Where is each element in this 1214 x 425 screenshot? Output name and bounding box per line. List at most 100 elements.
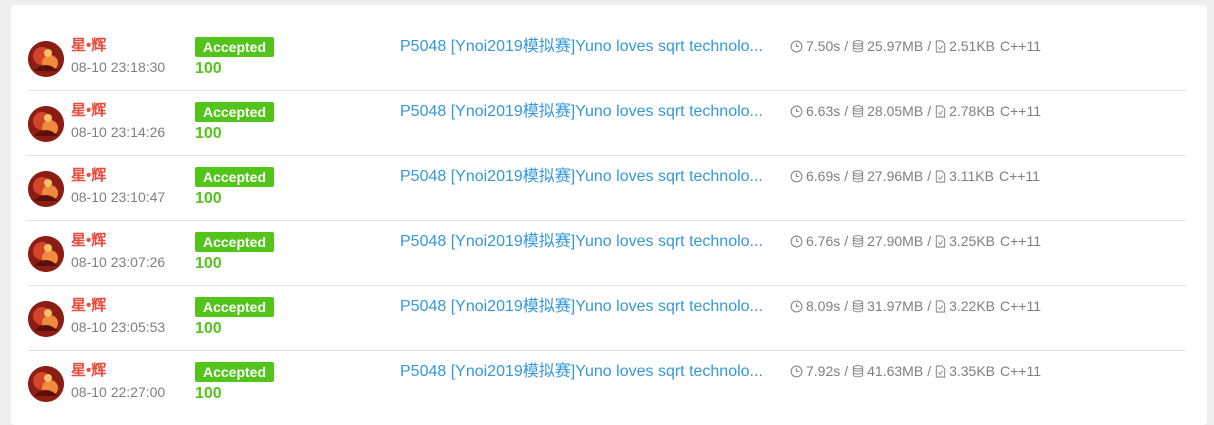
submit-time: 08-10 23:14:26 <box>71 124 166 140</box>
user-avatar[interactable] <box>28 171 64 207</box>
user-name-link[interactable]: 星•辉 <box>71 362 165 380</box>
separator: / <box>844 298 849 314</box>
user-name-link[interactable]: 星•辉 <box>71 37 165 55</box>
memory: 41.63MB <box>867 363 924 379</box>
score: 100 <box>195 320 222 337</box>
runtime: 6.63s <box>806 103 841 119</box>
separator: / <box>927 38 932 54</box>
separator: / <box>844 363 849 379</box>
status-badge[interactable]: Accepted <box>195 37 275 57</box>
language: C++11 <box>1000 233 1042 249</box>
problem-link[interactable]: P5048 [Ynoi2019模拟赛]Yuno loves sqrt techn… <box>400 167 763 187</box>
problem-link[interactable]: P5048 [Ynoi2019模拟赛]Yuno loves sqrt techn… <box>400 362 763 382</box>
record-row: 星•辉 08-10 23:05:53 Accepted 100 P5048 [Y… <box>28 285 1186 351</box>
score: 100 <box>195 190 222 207</box>
clock-icon <box>790 170 803 183</box>
runtime: 7.50s <box>806 38 841 54</box>
record-list-card: 星•辉 08-10 23:18:30 Accepted 100 P5048 [Y… <box>11 5 1207 425</box>
code-size: 3.22KB <box>949 298 996 314</box>
database-icon <box>852 234 864 248</box>
separator: / <box>927 298 932 314</box>
submission-meta: 6.63s / 28.05MB / 2.78KB C++11 <box>790 102 1041 120</box>
user-avatar[interactable] <box>28 236 64 272</box>
submission-meta: 6.69s / 27.96MB / 3.11KB C++11 <box>790 167 1040 185</box>
record-row: 星•辉 08-10 23:18:30 Accepted 100 P5048 [Y… <box>28 25 1186 91</box>
code-size: 2.51KB <box>949 38 996 54</box>
user-avatar[interactable] <box>28 301 64 337</box>
submission-meta: 6.76s / 27.90MB / 3.25KB C++11 <box>790 232 1041 250</box>
clock-icon <box>790 365 803 378</box>
file-icon <box>935 169 946 183</box>
file-icon <box>935 104 946 118</box>
separator: / <box>927 103 932 119</box>
status-badge[interactable]: Accepted <box>195 362 275 382</box>
clock-icon <box>790 235 803 248</box>
database-icon <box>852 299 864 313</box>
runtime: 7.92s <box>806 363 841 379</box>
separator: / <box>844 168 849 184</box>
status-badge[interactable]: Accepted <box>195 232 275 252</box>
separator: / <box>927 168 932 184</box>
memory: 31.97MB <box>867 298 924 314</box>
problem-link[interactable]: P5048 [Ynoi2019模拟赛]Yuno loves sqrt techn… <box>400 102 763 122</box>
language: C++11 <box>998 168 1040 184</box>
database-icon <box>852 104 864 118</box>
user-avatar[interactable] <box>28 366 64 402</box>
problem-link[interactable]: P5048 [Ynoi2019模拟赛]Yuno loves sqrt techn… <box>400 37 763 57</box>
file-icon <box>935 364 946 378</box>
runtime: 6.76s <box>806 233 841 249</box>
file-icon <box>935 299 946 313</box>
database-icon <box>852 39 864 53</box>
language: C++11 <box>1000 298 1042 314</box>
clock-icon <box>790 300 803 313</box>
submit-time: 08-10 23:07:26 <box>71 254 166 270</box>
memory: 27.96MB <box>867 168 924 184</box>
status-badge[interactable]: Accepted <box>195 102 275 122</box>
score: 100 <box>195 60 222 77</box>
record-row: 星•辉 08-10 23:10:47 Accepted 100 P5048 [Y… <box>28 155 1186 221</box>
code-size: 2.78KB <box>949 103 996 119</box>
user-name-link[interactable]: 星•辉 <box>71 232 165 250</box>
user-avatar[interactable] <box>28 106 64 142</box>
user-name-link[interactable]: 星•辉 <box>71 297 165 315</box>
submit-time: 08-10 22:27:00 <box>71 384 166 400</box>
record-row: 星•辉 08-10 23:14:26 Accepted 100 P5048 [Y… <box>28 90 1186 156</box>
code-size: 3.25KB <box>949 233 996 249</box>
problem-link[interactable]: P5048 [Ynoi2019模拟赛]Yuno loves sqrt techn… <box>400 297 763 317</box>
runtime: 6.69s <box>806 168 841 184</box>
database-icon <box>852 169 864 183</box>
clock-icon <box>790 105 803 118</box>
problem-link[interactable]: P5048 [Ynoi2019模拟赛]Yuno loves sqrt techn… <box>400 232 763 252</box>
submit-time: 08-10 23:05:53 <box>71 319 166 335</box>
memory: 28.05MB <box>867 103 924 119</box>
separator: / <box>844 233 849 249</box>
memory: 27.90MB <box>867 233 924 249</box>
memory: 25.97MB <box>867 38 924 54</box>
record-row: 星•辉 08-10 23:07:26 Accepted 100 P5048 [Y… <box>28 220 1186 286</box>
runtime: 8.09s <box>806 298 841 314</box>
score: 100 <box>195 125 222 142</box>
code-size: 3.11KB <box>949 168 994 184</box>
submission-meta: 8.09s / 31.97MB / 3.22KB C++11 <box>790 297 1041 315</box>
submission-meta: 7.92s / 41.63MB / 3.35KB C++11 <box>790 362 1041 380</box>
status-badge[interactable]: Accepted <box>195 297 275 317</box>
user-name-link[interactable]: 星•辉 <box>71 167 165 185</box>
score: 100 <box>195 255 222 272</box>
submit-time: 08-10 23:10:47 <box>71 189 166 205</box>
record-row: 星•辉 08-10 22:27:00 Accepted 100 P5048 [Y… <box>28 350 1186 415</box>
user-avatar[interactable] <box>28 41 64 77</box>
separator: / <box>927 363 932 379</box>
submit-time: 08-10 23:18:30 <box>71 59 166 75</box>
separator: / <box>844 103 849 119</box>
separator: / <box>927 233 932 249</box>
user-name-link[interactable]: 星•辉 <box>71 102 165 120</box>
code-size: 3.35KB <box>949 363 996 379</box>
language: C++11 <box>1000 103 1042 119</box>
score: 100 <box>195 385 222 402</box>
file-icon <box>935 234 946 248</box>
status-badge[interactable]: Accepted <box>195 167 275 187</box>
database-icon <box>852 364 864 378</box>
file-icon <box>935 39 946 53</box>
clock-icon <box>790 40 803 53</box>
separator: / <box>844 38 849 54</box>
